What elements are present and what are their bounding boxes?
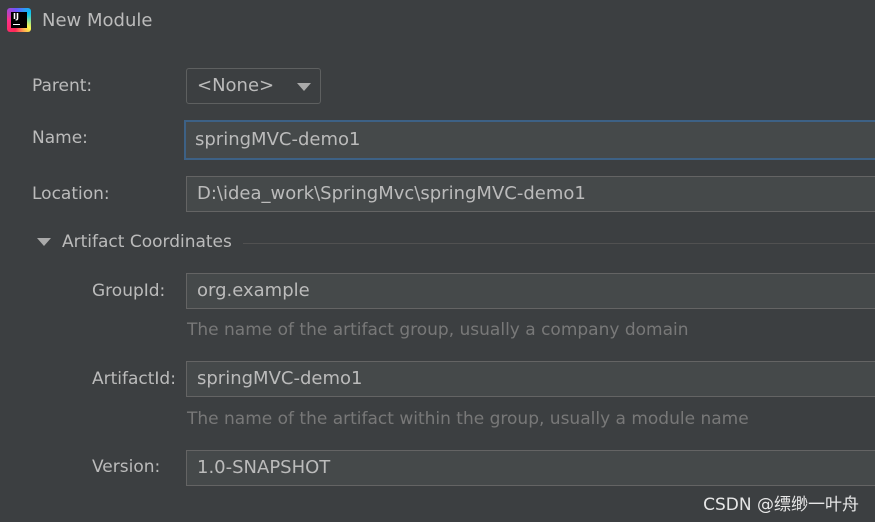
new-module-dialog: IJ New Module Parent: <None> Name: sprin… xyxy=(0,0,875,522)
name-field[interactable]: springMVC-demo1 xyxy=(184,120,875,160)
intellij-idea-icon: IJ xyxy=(7,8,31,32)
group-id-label: GroupId: xyxy=(92,281,166,301)
location-field[interactable]: D:\idea_work\SpringMvc\springMVC-demo1 xyxy=(186,176,875,212)
csdn-watermark: CSDN @缥缈一叶舟 xyxy=(703,495,859,515)
artifact-id-hint: The name of the artifact within the grou… xyxy=(187,409,749,429)
group-id-field[interactable]: org.example xyxy=(186,273,875,309)
artifact-id-field[interactable]: springMVC-demo1 xyxy=(186,361,875,397)
dialog-title: New Module xyxy=(42,10,153,31)
location-label: Location: xyxy=(32,184,110,204)
chevron-down-icon xyxy=(297,83,311,91)
parent-select[interactable]: <None> xyxy=(186,68,321,104)
version-field[interactable]: 1.0-SNAPSHOT xyxy=(186,450,875,486)
artifact-coordinates-title[interactable]: Artifact Coordinates xyxy=(62,232,232,252)
group-id-hint: The name of the artifact group, usually … xyxy=(187,320,689,340)
parent-select-value: <None> xyxy=(197,75,275,96)
title-bar: IJ New Module xyxy=(0,0,875,42)
section-divider xyxy=(243,243,875,244)
parent-label: Parent: xyxy=(32,76,93,96)
app-icon-text: IJ xyxy=(11,12,27,28)
artifact-id-label: ArtifactId: xyxy=(92,369,176,389)
name-label: Name: xyxy=(32,128,88,148)
collapse-triangle-icon[interactable] xyxy=(37,238,51,246)
version-label: Version: xyxy=(92,457,161,477)
